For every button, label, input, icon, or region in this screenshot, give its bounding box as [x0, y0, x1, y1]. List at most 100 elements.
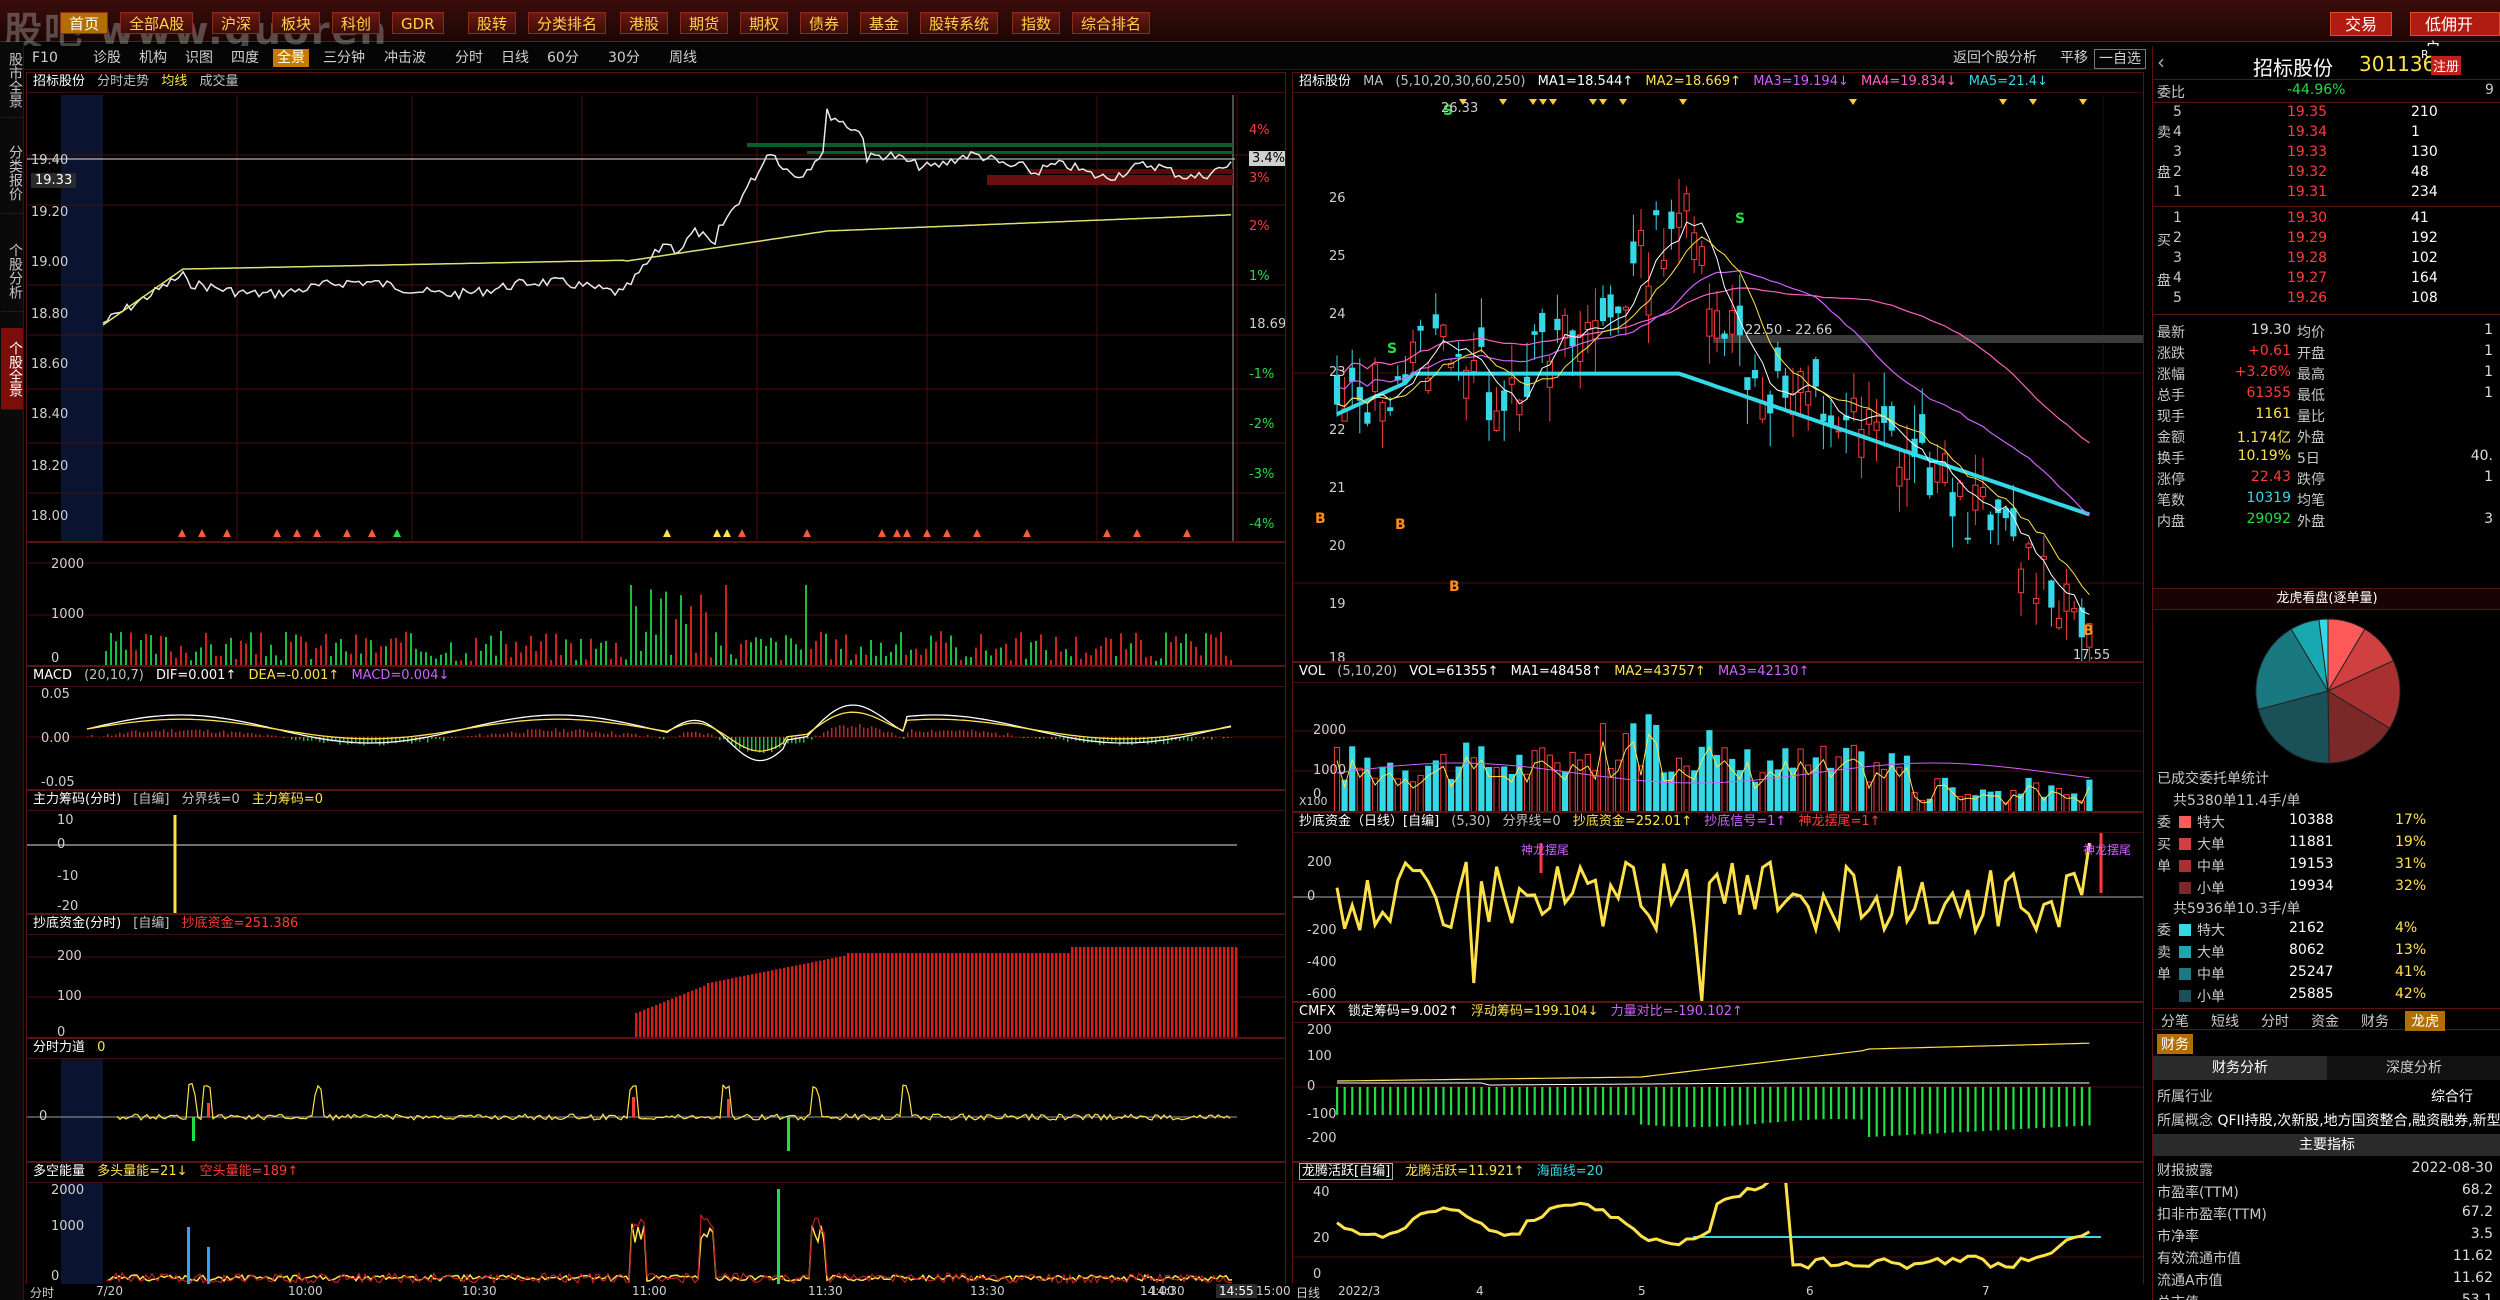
energy-label[interactable]: 多空能量 — [33, 1164, 85, 1179]
quote-tab-1[interactable]: 短线 — [2205, 1011, 2245, 1031]
quote-tab-4[interactable]: 财务 — [2355, 1011, 2395, 1031]
concept-value[interactable]: QFII持股,次新股,地方国资整合,融资融券,新型城 — [2217, 1113, 2500, 1129]
period-label[interactable]: 日线 — [1296, 1284, 1320, 1300]
menu-button-11[interactable]: 债券 — [800, 12, 849, 34]
bottom-fund-label[interactable]: 抄底资金(分时) — [33, 916, 121, 931]
daily-volume-panel[interactable]: VOL (5,10,20) VOL=61355↑ MA1=48458↑ MA2=… — [1292, 662, 2144, 812]
toolbar-item-12[interactable]: 周线 — [665, 49, 701, 67]
intraday-force-panel[interactable]: 分时力道 0 0 — [26, 1038, 1286, 1162]
tab-market-overview[interactable]: 股市全景 — [1, 42, 23, 118]
stat-value: 19.30 — [2250, 322, 2291, 338]
trade-button[interactable]: 交易 — [2330, 12, 2393, 36]
toolbar-item-2[interactable]: 机构 — [135, 49, 171, 67]
menu-button-7[interactable]: 分类排名 — [528, 12, 607, 34]
quote-tab-5[interactable]: 龙虎 — [2405, 1011, 2445, 1031]
cmfx-panel[interactable]: CMFX 锁定筹码=9.002↑ 浮动筹码=199.104↓ 力量对比=-190… — [1292, 1002, 2144, 1162]
registration-badge: 注册 — [2431, 56, 2462, 75]
main-chips-label[interactable]: 主力筹码(分时) — [33, 792, 121, 807]
industry-value[interactable]: 综合行 — [2431, 1086, 2473, 1106]
buy-side-label: 买 — [2157, 233, 2171, 249]
menu-button-6[interactable]: 股转 — [468, 12, 517, 34]
tab-category-quotes[interactable]: 分类报价 — [1, 132, 23, 214]
dragon-active-label[interactable]: 龙腾活跃[自编] — [1299, 1163, 1394, 1180]
menu-button-5[interactable]: GDR — [392, 12, 444, 34]
force-label[interactable]: 分时力道 — [33, 1040, 85, 1055]
toolbar-item-9[interactable]: 日线 — [497, 49, 533, 67]
menu-button-1[interactable]: 全部A股 — [120, 12, 194, 34]
dragon-active-panel[interactable]: 龙腾活跃[自编] 龙腾活跃=11.921↑ 海面线=20 40 20 0 — [1292, 1162, 2144, 1286]
finance-tab[interactable]: 财务 — [2157, 1034, 2193, 1054]
menu-button-14[interactable]: 指数 — [1012, 12, 1061, 34]
bid-row[interactable]: 3 19.28 102 — [2157, 250, 2497, 270]
daily-bottom-fund-label[interactable]: 抄底资金（日线）[自编] — [1299, 814, 1439, 829]
main-chips-intraday-panel[interactable]: 主力筹码(分时) [自编] 分界线=0 主力筹码=0 10 0 -10 -20 — [26, 790, 1286, 914]
ask-row[interactable]: 1 19.31 234 — [2157, 184, 2497, 204]
macd-bar — [819, 736, 821, 737]
cmfx-label[interactable]: CMFX — [1299, 1004, 1336, 1019]
bid-row[interactable]: 1 19.30 41 — [2157, 210, 2497, 230]
menu-button-15[interactable]: 综合排名 — [1072, 12, 1151, 34]
watchlist-dropdown[interactable]: 一自选 — [2094, 49, 2146, 69]
menu-button-10[interactable]: 期权 — [740, 12, 789, 34]
menu-button-3[interactable]: 板块 — [272, 12, 321, 34]
ask-row[interactable]: 2 19.32 48 — [2157, 164, 2497, 184]
menu-button-0[interactable]: 首页 — [60, 12, 109, 34]
open-account-button[interactable]: 低佣开户 — [2410, 12, 2500, 58]
bid-row[interactable]: 2 19.29 192 — [2157, 230, 2497, 250]
deep-analysis-tab[interactable]: 深度分析 — [2327, 1056, 2500, 1080]
energy-chart — [61, 1183, 1233, 1285]
price-tick: 19.00 — [31, 255, 69, 270]
volume-bar — [720, 645, 722, 665]
ask-row[interactable]: 5 19.35 210 — [2157, 104, 2497, 124]
vol-label[interactable]: VOL — [1299, 664, 1325, 679]
toolbar-item-1[interactable]: 诊股 — [89, 49, 125, 67]
quote-tab-3[interactable]: 资金 — [2305, 1011, 2345, 1031]
quote-tab-0[interactable]: 分笔 — [2155, 1011, 2195, 1031]
cmfx-bar — [1541, 1087, 1544, 1115]
daily-bottom-fund-panel[interactable]: 抄底资金（日线）[自编] (5,30) 分界线=0 抄底资金=252.01↑ 抄… — [1292, 812, 2144, 1002]
tab-stock-analysis[interactable]: 个股分析 — [1, 230, 23, 312]
menu-button-4[interactable]: 科创 — [332, 12, 381, 34]
long-short-energy-panel[interactable]: 多空能量 多头量能=21↓ 空头量能=189↑ 2000 1000 0 — [26, 1162, 1286, 1286]
ask-row[interactable]: 4 19.34 1 — [2157, 124, 2497, 144]
toolbar-item-10[interactable]: 60分 — [543, 49, 583, 67]
toolbar-item-7[interactable]: 冲击波 — [380, 49, 430, 67]
toolbar-item-4[interactable]: 四度 — [227, 49, 263, 67]
time-axis-label[interactable]: 分时 — [30, 1284, 54, 1300]
back-chevron-icon[interactable]: ‹ — [2157, 50, 2165, 74]
volume-bar — [350, 653, 352, 665]
toolbar-item-0[interactable]: F10 — [28, 49, 62, 67]
toolbar-item-3[interactable]: 识图 — [181, 49, 217, 67]
volume-bar — [960, 659, 962, 665]
tab-stock-panorama[interactable]: 个股全景 — [1, 328, 23, 410]
finance-analysis-tab[interactable]: 财务分析 — [2153, 1056, 2327, 1080]
menu-button-8[interactable]: 港股 — [620, 12, 669, 34]
toolbar-item-8[interactable]: 分时 — [451, 49, 487, 67]
pan-button[interactable]: 平移 — [2056, 49, 2092, 67]
menu-button-12[interactable]: 基金 — [860, 12, 909, 34]
ask-row[interactable]: 3 19.33 130 — [2157, 144, 2497, 164]
bid-row[interactable]: 4 19.27 164 — [2157, 270, 2497, 290]
candle-body — [1881, 406, 1888, 423]
bid-price: 19.28 — [2287, 250, 2328, 266]
bid-row[interactable]: 5 19.26 108 — [2157, 290, 2497, 310]
entrust-type: 小单 — [2197, 989, 2225, 1005]
macd-label[interactable]: MACD — [33, 668, 72, 683]
menu-button-13[interactable]: 股转系统 — [920, 12, 999, 34]
intraday-volume-panel[interactable]: 2000 1000 0 — [26, 542, 1286, 666]
intraday-price-panel[interactable]: 招标股份 分时走势 均线 成交量 19.40 19.33 19.20 19.00… — [26, 72, 1286, 542]
fund-bar — [871, 953, 874, 1037]
macd-intraday-panel[interactable]: MACD (20,10,7) DIF=0.001↑ DEA=-0.001↑ MA… — [26, 666, 1286, 790]
toolbar-item-5[interactable]: 全景 — [273, 49, 309, 67]
entrust-volume: 25885 — [2289, 986, 2334, 1002]
quote-tab-2[interactable]: 分时 — [2255, 1011, 2295, 1031]
volume-bar — [300, 636, 302, 665]
toolbar-item-6[interactable]: 三分钟 — [319, 49, 369, 67]
bottom-fund-intraday-panel[interactable]: 抄底资金(分时) [自编] 抄底资金=251.386 200 100 0 — [26, 914, 1286, 1038]
menu-button-2[interactable]: 沪深 — [212, 12, 261, 34]
back-to-analysis-link[interactable]: 返回个股分析 — [1949, 49, 2041, 67]
menu-button-9[interactable]: 期货 — [680, 12, 729, 34]
macd-bar — [467, 735, 469, 737]
toolbar-item-11[interactable]: 30分 — [604, 49, 644, 67]
daily-kline-panel[interactable]: 招标股份 MA (5,10,20,30,60,250) MA1=18.544↑ … — [1292, 72, 2144, 662]
